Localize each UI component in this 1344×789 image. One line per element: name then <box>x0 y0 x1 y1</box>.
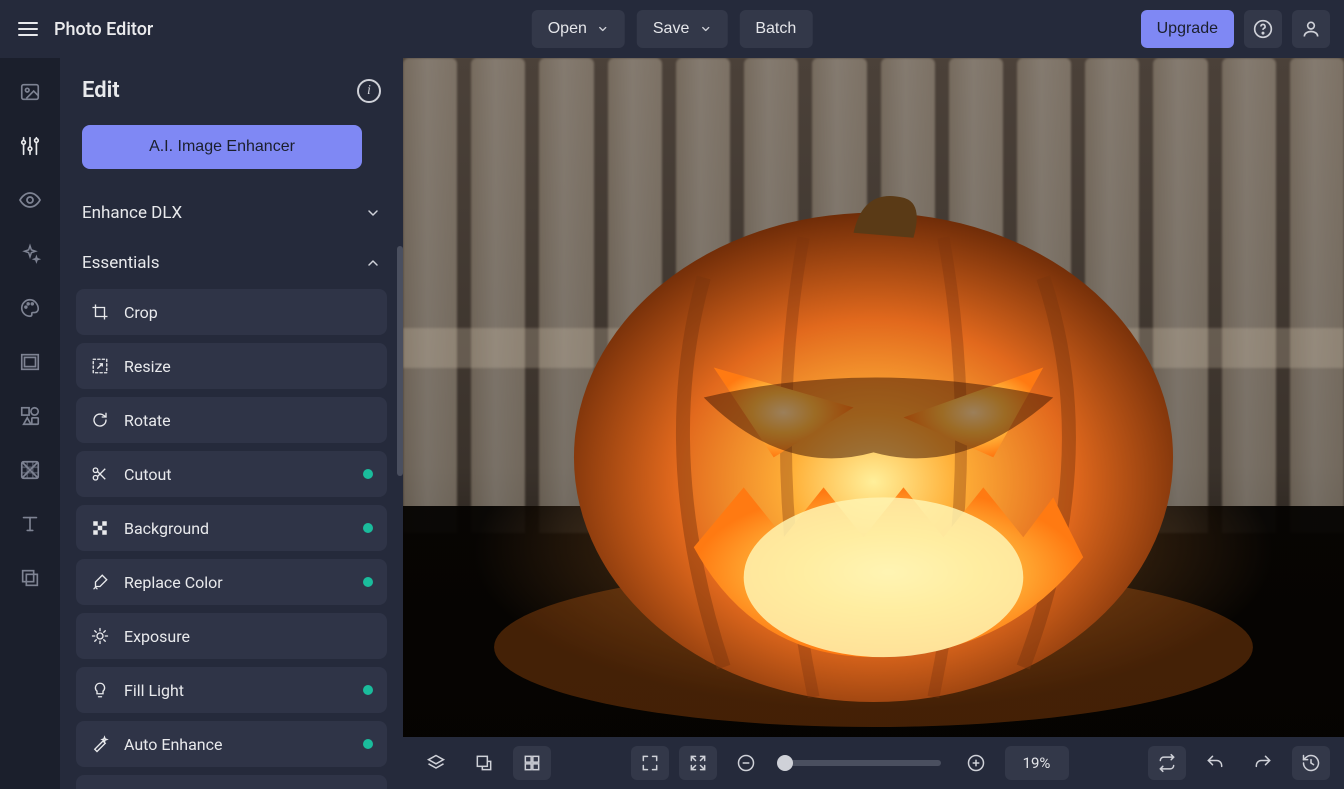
tool-exposure[interactable]: Exposure <box>76 613 387 659</box>
actual-size-button[interactable] <box>679 746 717 780</box>
rail-text-icon[interactable] <box>18 512 42 536</box>
zoom-out-button[interactable] <box>727 746 765 780</box>
section-essentials[interactable]: Essentials <box>76 243 387 283</box>
side-panel: Edit i A.I. Image Enhancer Enhance DLX E… <box>60 58 403 789</box>
rail-adjust-icon[interactable] <box>18 134 42 158</box>
tool-cutout[interactable]: Cutout <box>76 451 387 497</box>
rail-shapes-icon[interactable] <box>18 404 42 428</box>
layers-toggle-button[interactable] <box>417 746 455 780</box>
upgrade-button-label: Upgrade <box>1157 20 1218 38</box>
premium-dot-icon <box>363 469 373 479</box>
section-enhance-dlx[interactable]: Enhance DLX <box>76 193 387 233</box>
premium-dot-icon <box>363 577 373 587</box>
premium-dot-icon <box>363 739 373 749</box>
rail-image-icon[interactable] <box>18 80 42 104</box>
topbar-center-buttons: Open Save Batch <box>532 10 813 48</box>
save-button-label: Save <box>653 20 689 38</box>
canvas-viewport[interactable] <box>403 58 1344 737</box>
essentials-tool-list: Crop Resize Rotate Cutout Background Replace … <box>76 289 387 789</box>
bottom-bar: 19% <box>403 737 1344 789</box>
tool-fill-light[interactable]: Fill Light <box>76 667 387 713</box>
tool-label: Crop <box>124 303 158 322</box>
zoom-slider-thumb[interactable] <box>777 755 793 771</box>
zoom-readout[interactable]: 19% <box>1005 746 1069 780</box>
batch-button-label: Batch <box>755 20 796 38</box>
account-button[interactable] <box>1292 10 1330 48</box>
crop-icon <box>90 302 110 322</box>
upgrade-button[interactable]: Upgrade <box>1141 10 1234 48</box>
topbar: Photo Editor Open Save Batch Upgrade <box>0 0 1344 58</box>
auto-enhance-icon <box>90 734 110 754</box>
icon-rail <box>0 58 60 789</box>
tool-label: Resize <box>124 357 171 376</box>
rail-frame-icon[interactable] <box>18 350 42 374</box>
ai-enhancer-button[interactable]: A.I. Image Enhancer <box>82 125 362 169</box>
rail-sparkle-icon[interactable] <box>18 242 42 266</box>
canvas-image <box>403 58 1344 737</box>
redo-button[interactable] <box>1244 746 1282 780</box>
save-button[interactable]: Save <box>637 10 727 48</box>
chevron-down-icon <box>365 205 381 221</box>
premium-dot-icon <box>363 685 373 695</box>
compare-button[interactable] <box>1148 746 1186 780</box>
panel-header: Edit i <box>76 78 387 103</box>
tool-crop[interactable]: Crop <box>76 289 387 335</box>
background-icon <box>90 518 110 538</box>
rotate-icon <box>90 410 110 430</box>
exposure-icon <box>90 626 110 646</box>
replace-color-icon <box>90 572 110 592</box>
section-enhance-dlx-label: Enhance DLX <box>82 203 182 223</box>
tool-auto-enhance[interactable]: Auto Enhance <box>76 721 387 767</box>
rail-texture-icon[interactable] <box>18 458 42 482</box>
panel-title: Edit <box>82 78 120 103</box>
rail-layers-icon[interactable] <box>18 566 42 590</box>
user-icon <box>1301 19 1321 39</box>
rail-eye-icon[interactable] <box>18 188 42 212</box>
history-button[interactable] <box>1292 746 1330 780</box>
tool-label: Exposure <box>124 627 190 646</box>
help-button[interactable] <box>1244 10 1282 48</box>
cutout-icon <box>90 464 110 484</box>
chevron-down-icon <box>699 23 711 35</box>
chevron-up-icon <box>365 255 381 271</box>
undo-button[interactable] <box>1196 746 1234 780</box>
rail-palette-icon[interactable] <box>18 296 42 320</box>
tool-replace-color[interactable]: Replace Color <box>76 559 387 605</box>
tool-label: Replace Color <box>124 573 223 592</box>
tool-beautify[interactable]: Beautify <box>76 775 387 789</box>
tool-resize[interactable]: Resize <box>76 343 387 389</box>
section-essentials-label: Essentials <box>82 253 159 273</box>
batch-button[interactable]: Batch <box>739 10 812 48</box>
topbar-right-buttons: Upgrade <box>1141 10 1330 48</box>
chevron-down-icon <box>597 23 609 35</box>
tool-background[interactable]: Background <box>76 505 387 551</box>
tool-label: Fill Light <box>124 681 184 700</box>
canvas-area: 19% <box>403 58 1344 789</box>
expand-image-button[interactable] <box>465 746 503 780</box>
tool-label: Auto Enhance <box>124 735 222 754</box>
resize-icon <box>90 356 110 376</box>
menu-hamburger-icon[interactable] <box>14 15 42 43</box>
fill-light-icon <box>90 680 110 700</box>
open-button[interactable]: Open <box>532 10 625 48</box>
open-button-label: Open <box>548 20 587 38</box>
info-icon[interactable]: i <box>357 79 381 103</box>
tool-rotate[interactable]: Rotate <box>76 397 387 443</box>
zoom-slider[interactable] <box>781 760 941 766</box>
app-title: Photo Editor <box>54 19 153 40</box>
tool-label: Background <box>124 519 209 538</box>
help-icon <box>1253 19 1273 39</box>
grid-view-button[interactable] <box>513 746 551 780</box>
premium-dot-icon <box>363 523 373 533</box>
zoom-in-button[interactable] <box>957 746 995 780</box>
zoom-controls: 19% <box>631 746 1069 780</box>
tool-label: Rotate <box>124 411 171 430</box>
tool-label: Cutout <box>124 465 172 484</box>
fit-screen-button[interactable] <box>631 746 669 780</box>
main-area: Edit i A.I. Image Enhancer Enhance DLX E… <box>0 58 1344 789</box>
